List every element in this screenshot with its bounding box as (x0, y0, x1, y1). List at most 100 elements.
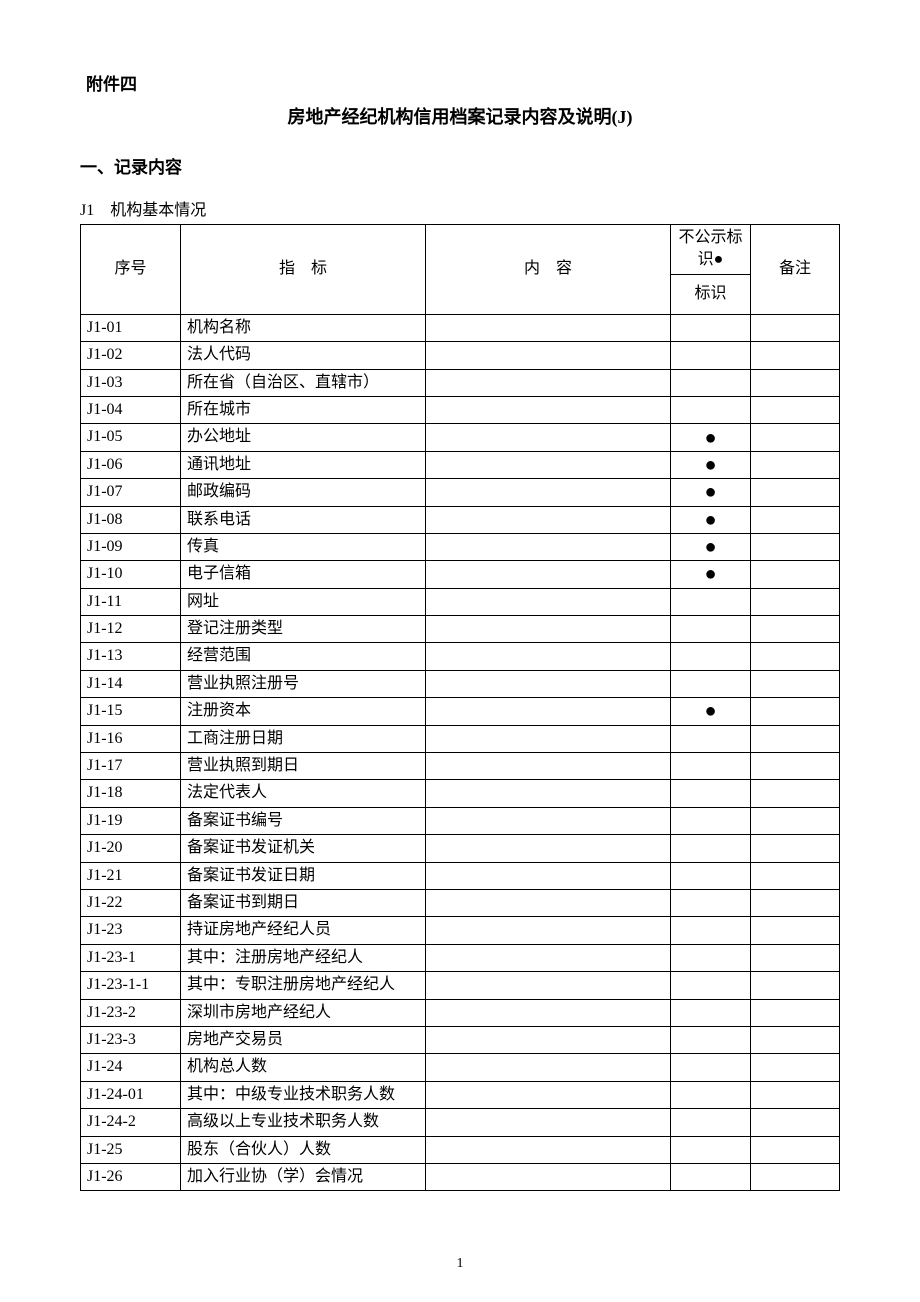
cell-note (751, 588, 840, 615)
cell-note (751, 807, 840, 834)
cell-note (751, 889, 840, 916)
cell-indicator: 备案证书编号 (181, 807, 426, 834)
cell-flag: ● (671, 479, 751, 506)
cell-indicator: 法人代码 (181, 342, 426, 369)
cell-content (426, 369, 671, 396)
cell-note (751, 698, 840, 725)
cell-content (426, 506, 671, 533)
cell-flag (671, 862, 751, 889)
cell-content (426, 862, 671, 889)
cell-indicator: 网址 (181, 588, 426, 615)
cell-seq: J1-20 (81, 835, 181, 862)
cell-content (426, 1054, 671, 1081)
cell-flag: ● (671, 451, 751, 478)
table-row: J1-08联系电话 ● (81, 506, 840, 533)
cell-indicator: 营业执照注册号 (181, 670, 426, 697)
header-flag-top: 不公示标识● (671, 225, 751, 275)
cell-seq: J1-02 (81, 342, 181, 369)
table-row: J1-03所在省（自治区、直辖市） (81, 369, 840, 396)
table-row: J1-23-1其中：注册房地产经纪人 (81, 944, 840, 971)
cell-seq: J1-13 (81, 643, 181, 670)
table-row: J1-21备案证书发证日期 (81, 862, 840, 889)
cell-indicator: 备案证书发证日期 (181, 862, 426, 889)
cell-seq: J1-26 (81, 1163, 181, 1190)
cell-content (426, 588, 671, 615)
cell-indicator: 营业执照到期日 (181, 753, 426, 780)
section-title: 一、记录内容 (80, 153, 840, 178)
cell-content (426, 1081, 671, 1108)
cell-flag (671, 999, 751, 1026)
cell-indicator: 加入行业协（学）会情况 (181, 1163, 426, 1190)
cell-note (751, 670, 840, 697)
cell-flag (671, 1163, 751, 1190)
table-body: J1-01机构名称J1-02法人代码J1-03所在省（自治区、直辖市）J1-04… (81, 314, 840, 1191)
cell-seq: J1-25 (81, 1136, 181, 1163)
cell-note (751, 533, 840, 560)
cell-content (426, 533, 671, 560)
cell-indicator: 工商注册日期 (181, 725, 426, 752)
cell-seq: J1-08 (81, 506, 181, 533)
cell-note (751, 862, 840, 889)
cell-seq: J1-24-2 (81, 1109, 181, 1136)
cell-flag (671, 342, 751, 369)
cell-indicator: 高级以上专业技术职务人数 (181, 1109, 426, 1136)
cell-flag (671, 616, 751, 643)
table-row: J1-26加入行业协（学）会情况 (81, 1163, 840, 1190)
cell-seq: J1-23-1 (81, 944, 181, 971)
cell-flag (671, 670, 751, 697)
cell-content (426, 889, 671, 916)
table-row: J1-12登记注册类型 (81, 616, 840, 643)
cell-seq: J1-11 (81, 588, 181, 615)
cell-flag (671, 369, 751, 396)
cell-indicator: 邮政编码 (181, 479, 426, 506)
cell-flag (671, 725, 751, 752)
cell-flag: ● (671, 533, 751, 560)
cell-flag (671, 1054, 751, 1081)
cell-indicator: 备案证书到期日 (181, 889, 426, 916)
cell-seq: J1-17 (81, 753, 181, 780)
cell-content (426, 561, 671, 588)
cell-content (426, 698, 671, 725)
table-row: J1-24-01其中：中级专业技术职务人数 (81, 1081, 840, 1108)
cell-indicator: 联系电话 (181, 506, 426, 533)
cell-note (751, 479, 840, 506)
cell-indicator: 其中：中级专业技术职务人数 (181, 1081, 426, 1108)
cell-note (751, 643, 840, 670)
cell-content (426, 1163, 671, 1190)
cell-seq: J1-23-1-1 (81, 972, 181, 999)
cell-flag (671, 972, 751, 999)
cell-note (751, 972, 840, 999)
cell-note (751, 561, 840, 588)
cell-content (426, 725, 671, 752)
page-number: 1 (0, 1256, 920, 1272)
cell-indicator: 备案证书发证机关 (181, 835, 426, 862)
cell-content (426, 972, 671, 999)
cell-note (751, 451, 840, 478)
cell-content (426, 999, 671, 1026)
cell-flag (671, 1081, 751, 1108)
cell-seq: J1-01 (81, 314, 181, 341)
cell-note (751, 1109, 840, 1136)
cell-flag: ● (671, 506, 751, 533)
cell-flag (671, 889, 751, 916)
cell-content (426, 807, 671, 834)
cell-note (751, 725, 840, 752)
cell-indicator: 其中：专职注册房地产经纪人 (181, 972, 426, 999)
cell-indicator: 房地产交易员 (181, 1026, 426, 1053)
cell-content (426, 1026, 671, 1053)
cell-note (751, 999, 840, 1026)
cell-note (751, 780, 840, 807)
cell-indicator: 其中：注册房地产经纪人 (181, 944, 426, 971)
cell-note (751, 369, 840, 396)
cell-note (751, 1163, 840, 1190)
cell-flag (671, 944, 751, 971)
cell-content (426, 780, 671, 807)
cell-flag (671, 753, 751, 780)
cell-flag: ● (671, 424, 751, 451)
cell-content (426, 1109, 671, 1136)
table-row: J1-16工商注册日期 (81, 725, 840, 752)
table-row: J1-22备案证书到期日 (81, 889, 840, 916)
cell-seq: J1-18 (81, 780, 181, 807)
cell-content (426, 643, 671, 670)
cell-note (751, 314, 840, 341)
